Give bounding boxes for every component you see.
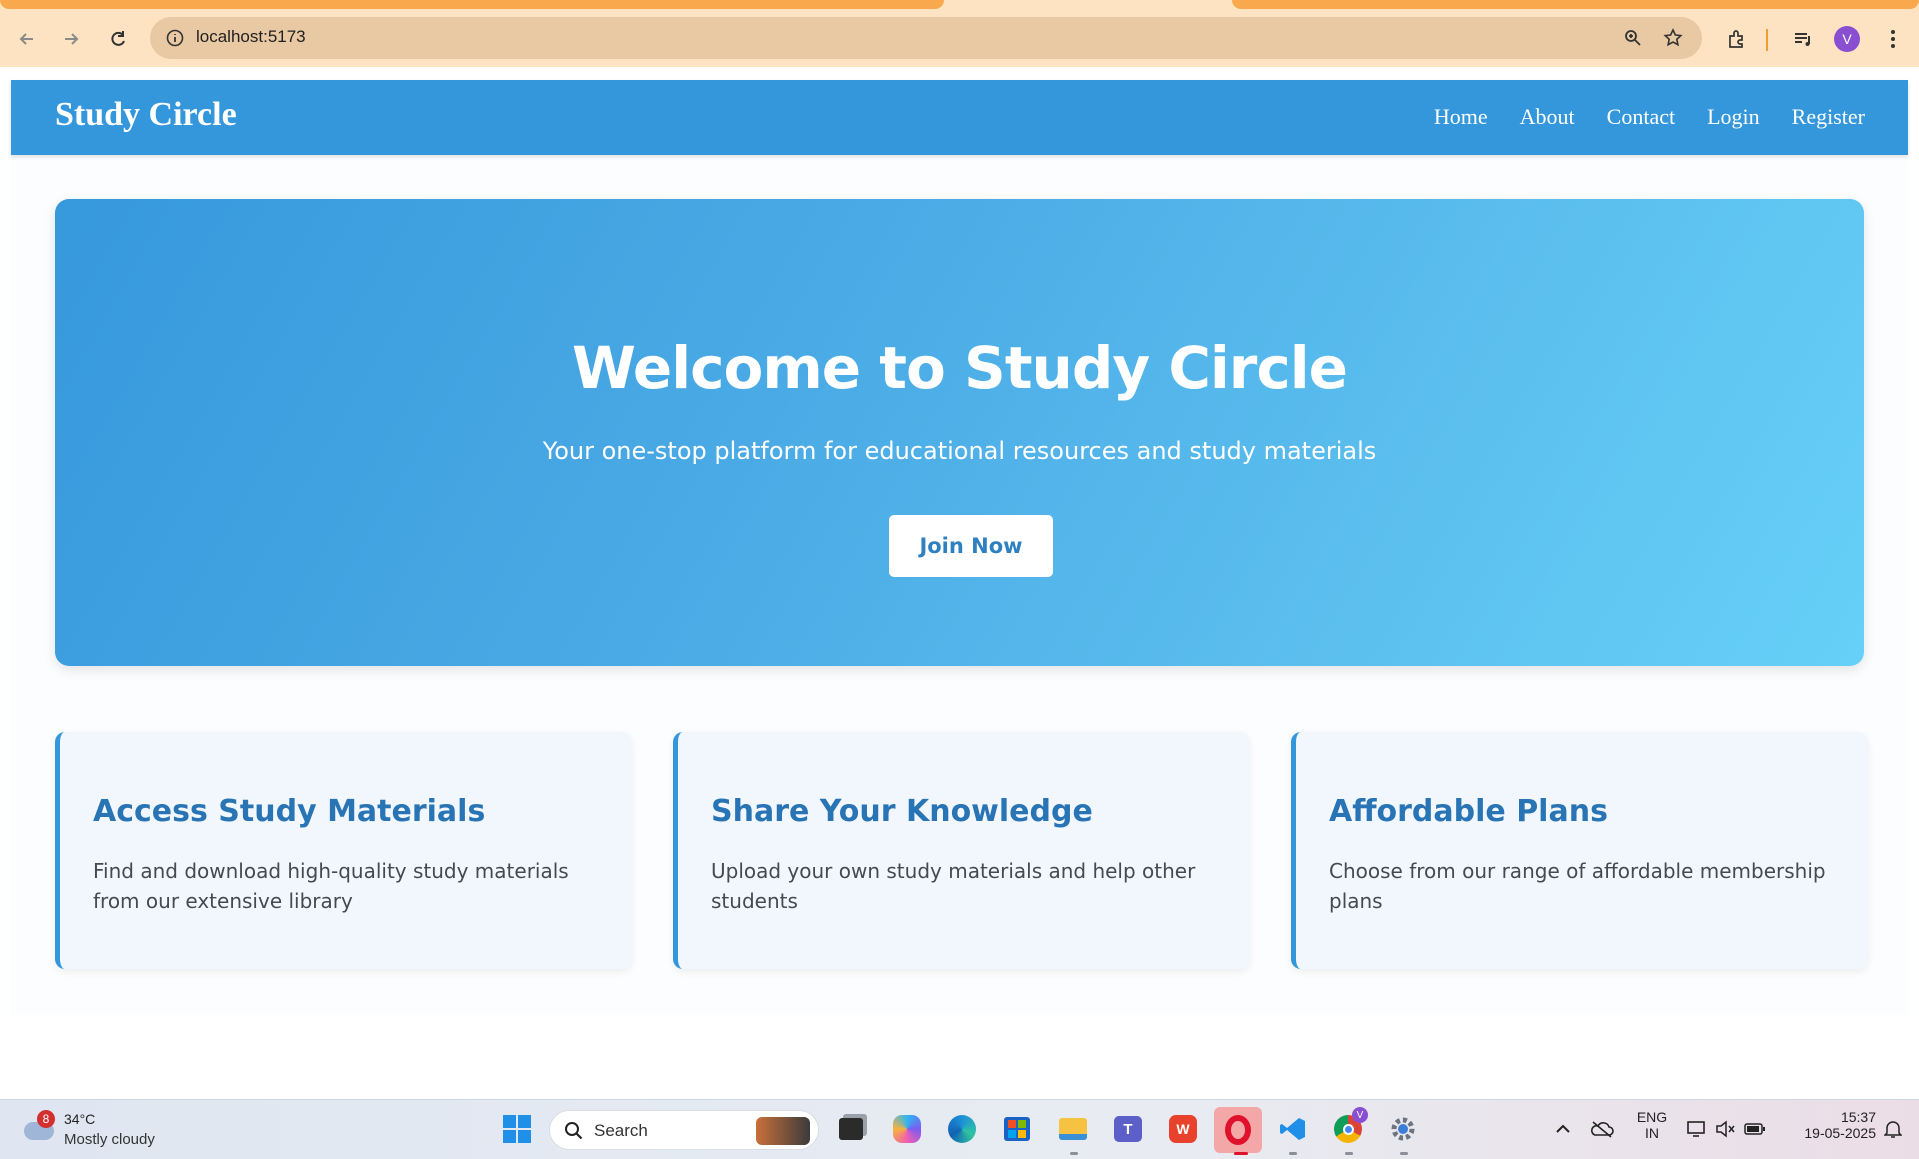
tab-strip — [0, 0, 1919, 11]
file-explorer-icon[interactable] — [1055, 1111, 1091, 1147]
site-logo[interactable]: Study Circle — [55, 96, 237, 134]
running-indicator — [1345, 1152, 1353, 1155]
site-navbar: Study Circle Home About Contact Login Re… — [11, 80, 1908, 155]
start-button[interactable] — [499, 1111, 535, 1147]
page-content: Study Circle Home About Contact Login Re… — [11, 80, 1908, 1015]
copilot-icon[interactable] — [889, 1111, 925, 1147]
edge-icon[interactable] — [944, 1111, 980, 1147]
feature-card-text: Upload your own study materials and help… — [711, 859, 1196, 913]
address-bar[interactable]: localhost:5173 — [150, 17, 1702, 59]
windows-icon — [503, 1115, 531, 1143]
onedrive-offline-icon[interactable] — [1584, 1111, 1620, 1147]
hero-title: Welcome to Study Circle — [571, 334, 1348, 402]
taskbar: 8 34°C Mostly cloudy Search T W V ENG IN… — [0, 1099, 1919, 1159]
star-icon[interactable] — [1662, 27, 1684, 49]
weather-widget[interactable]: 8 34°C Mostly cloudy — [20, 1110, 180, 1150]
feature-card: Affordable Plans Choose from our range o… — [1291, 732, 1868, 969]
active-indicator — [1234, 1152, 1248, 1155]
nav-link-about[interactable]: About — [1520, 104, 1575, 130]
running-indicator — [1400, 1152, 1408, 1155]
hero-banner: Welcome to Study Circle Your one-stop pl… — [55, 199, 1864, 666]
chrome-profile-badge: V — [1352, 1107, 1368, 1123]
nav-link-login[interactable]: Login — [1707, 104, 1760, 130]
menu-icon[interactable] — [1878, 24, 1908, 54]
toolbar-divider — [1766, 29, 1768, 51]
feature-card-text: Find and download high-quality study mat… — [93, 859, 569, 913]
nav-link-home[interactable]: Home — [1434, 104, 1488, 130]
feature-card-title: Affordable Plans — [1329, 794, 1608, 829]
battery-icon[interactable] — [1740, 1111, 1770, 1147]
join-now-button[interactable]: Join Now — [889, 515, 1053, 577]
forward-icon[interactable] — [56, 24, 86, 54]
clock-date: 19-05-2025 — [1804, 1125, 1876, 1141]
taskbar-search[interactable]: Search — [549, 1110, 819, 1150]
settings-gear-icon[interactable] — [1385, 1111, 1421, 1147]
nav-link-register[interactable]: Register — [1792, 104, 1865, 130]
language-indicator[interactable]: ENG IN — [1629, 1109, 1675, 1141]
nav-link-contact[interactable]: Contact — [1607, 104, 1675, 130]
language-code: ENG — [1636, 1109, 1668, 1125]
feature-card-title: Access Study Materials — [93, 794, 486, 829]
weather-temperature: 34°C — [64, 1111, 96, 1127]
task-view-icon[interactable] — [833, 1111, 869, 1147]
teams-icon[interactable]: T — [1110, 1111, 1146, 1147]
browser-tab[interactable] — [1232, 0, 1919, 9]
search-label: Search — [594, 1121, 648, 1140]
back-icon[interactable] — [12, 24, 42, 54]
wps-office-icon[interactable]: W — [1165, 1111, 1201, 1147]
extensions-icon[interactable] — [1722, 24, 1752, 54]
url-text[interactable]: localhost:5173 — [196, 27, 306, 47]
site-info-icon[interactable] — [164, 27, 186, 49]
browser-toolbar: localhost:5173 V — [0, 11, 1919, 67]
store-icon[interactable] — [999, 1111, 1035, 1147]
zoom-icon[interactable] — [1622, 27, 1644, 49]
clock[interactable]: 15:37 19-05-2025 — [1776, 1109, 1876, 1141]
running-indicator — [1289, 1152, 1297, 1155]
browser-tab-active[interactable] — [0, 0, 944, 9]
media-icon[interactable] — [1788, 24, 1818, 54]
clock-time: 15:37 — [1840, 1109, 1876, 1125]
profile-avatar[interactable]: V — [1834, 26, 1860, 52]
search-icon — [565, 1122, 583, 1140]
network-icon[interactable] — [1682, 1111, 1712, 1147]
running-indicator — [1070, 1152, 1078, 1155]
search-highlight-icon — [756, 1117, 810, 1145]
feature-card-title: Share Your Knowledge — [711, 794, 1093, 829]
feature-card-text: Choose from our range of affordable memb… — [1329, 859, 1826, 913]
reload-icon[interactable] — [103, 24, 133, 54]
chevron-up-icon[interactable] — [1545, 1111, 1581, 1147]
notification-badge: 8 — [37, 1110, 55, 1128]
opera-icon[interactable] — [1214, 1107, 1262, 1153]
nav-links: Home About Contact Login Register — [1434, 104, 1865, 130]
vscode-icon[interactable] — [1275, 1111, 1311, 1147]
hero-subtitle: Your one-stop platform for educational r… — [542, 437, 1377, 465]
notification-bell-icon[interactable] — [1878, 1111, 1908, 1147]
chrome-icon[interactable]: V — [1330, 1107, 1368, 1147]
volume-muted-icon[interactable] — [1711, 1111, 1741, 1147]
weather-condition: Mostly cloudy — [64, 1131, 155, 1148]
feature-card: Access Study Materials Find and download… — [55, 732, 632, 969]
feature-card: Share Your Knowledge Upload your own stu… — [673, 732, 1250, 969]
region-code: IN — [1645, 1125, 1659, 1141]
